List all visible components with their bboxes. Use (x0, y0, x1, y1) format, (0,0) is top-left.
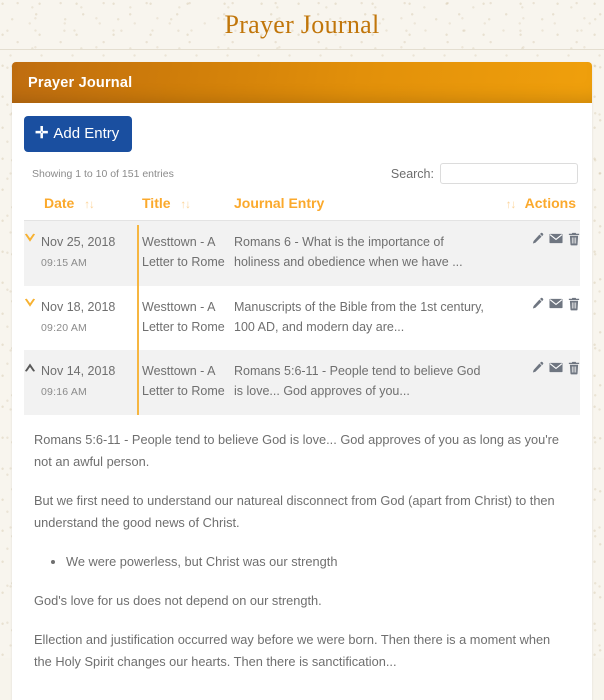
card-header-title: Prayer Journal (28, 74, 133, 91)
chevron-down-icon[interactable] (24, 298, 36, 309)
cell-title: Westtown - A Letter to Rome (142, 220, 234, 286)
entry-time: 09:20 AM (41, 321, 87, 334)
sort-icon-actions[interactable]: ↑↓ (506, 199, 516, 211)
delete-trash-icon[interactable] (568, 232, 580, 246)
email-envelope-icon[interactable] (549, 361, 563, 374)
cell-journal-entry: Romans 6 - What is the importance of hol… (234, 220, 490, 286)
edit-pencil-icon[interactable] (531, 361, 544, 374)
site-masthead: Prayer Journal (0, 0, 604, 50)
journal-table-wrapper: Date ↑↓ Title ↑↓ Journal Entry ↑↓ Action… (24, 193, 580, 415)
email-envelope-icon[interactable] (549, 232, 563, 245)
column-header-date[interactable]: Date ↑↓ (24, 193, 142, 221)
column-header-actions[interactable]: ↑↓ Actions (490, 193, 580, 221)
column-header-title-label: Title (142, 195, 171, 211)
plus-icon: ✛ (35, 124, 49, 142)
table-controls: Showing 1 to 10 of 151 entries Search: (24, 163, 580, 184)
table-row[interactable]: Nov 14, 2018 09:16 AM Westtown - A Letter … (24, 350, 580, 415)
add-entry-button[interactable]: ✛ Add Entry (24, 116, 133, 152)
chevron-down-icon[interactable] (24, 233, 36, 244)
list-item: We were powerless, but Christ was our st… (66, 551, 570, 573)
column-header-title[interactable]: Title ↑↓ (142, 193, 234, 221)
delete-trash-icon[interactable] (568, 361, 580, 375)
cell-date: Nov 14, 2018 09:16 AM (24, 350, 142, 415)
page-root: Prayer Journal Prayer Journal ✛ Add Entr… (0, 0, 604, 700)
journal-table-body: Nov 25, 2018 09:15 AM Westtown - A Letter … (24, 220, 580, 415)
column-header-journal-entry[interactable]: Journal Entry (234, 193, 490, 221)
detail-paragraph: Ellection and justification occurred way… (34, 631, 551, 669)
column-header-date-label: Date (44, 195, 75, 211)
email-envelope-icon[interactable] (549, 297, 563, 310)
cell-journal-entry: Manuscripts of the Bible from the 1st ce… (234, 285, 490, 350)
journal-table-head: Date ↑↓ Title ↑↓ Journal Entry ↑↓ Action… (24, 193, 580, 221)
column-header-journal-entry-label: Journal Entry (234, 195, 325, 211)
cell-date: Nov 18, 2018 09:20 AM (24, 285, 142, 350)
table-header-row: Date ↑↓ Title ↑↓ Journal Entry ↑↓ Action… (24, 193, 580, 221)
delete-trash-icon[interactable] (568, 297, 580, 311)
cell-journal-entry: Romans 5:6-11 - People tend to believe G… (234, 350, 490, 415)
sort-icon-title[interactable]: ↑↓ (180, 199, 190, 211)
sort-icon-date[interactable]: ↑↓ (84, 199, 94, 211)
search-label: Search: (390, 166, 434, 181)
table-row[interactable]: Nov 25, 2018 09:15 AM Westtown - A Letter … (24, 220, 580, 286)
page-title: Prayer Journal (224, 9, 380, 39)
entry-time: 09:16 AM (41, 386, 87, 399)
column-header-actions-label: Actions (524, 195, 576, 211)
detail-paragraph: Romans 5:6-11 - People tend to believe G… (34, 431, 560, 469)
detail-paragraph: God's love for us does not depend on our… (34, 592, 322, 608)
cell-date: Nov 25, 2018 09:15 AM (24, 220, 142, 286)
edit-pencil-icon[interactable] (531, 297, 544, 310)
cell-actions (490, 220, 580, 286)
cell-title: Westtown - A Letter to Rome (142, 350, 234, 415)
edit-pencil-icon[interactable] (531, 232, 544, 245)
entry-date: Nov 18, 2018 (41, 299, 116, 314)
journal-table: Date ↑↓ Title ↑↓ Journal Entry ↑↓ Action… (24, 193, 580, 415)
search-input[interactable] (440, 163, 578, 184)
cell-title: Westtown - A Letter to Rome (142, 285, 234, 350)
cell-actions (490, 350, 580, 415)
cell-actions (490, 285, 580, 350)
add-entry-label: Add Entry (53, 125, 120, 142)
detail-list: We were powerless, but Christ was our st… (34, 551, 570, 573)
table-row[interactable]: Nov 18, 2018 09:20 AM Westtown - A Letter … (24, 285, 580, 350)
entry-time: 09:15 AM (41, 257, 87, 270)
search-field-wrapper: Search: (391, 163, 578, 184)
chevron-up-icon[interactable] (24, 362, 36, 373)
expanded-entry-detail: Romans 5:6-11 - People tend to believe G… (24, 414, 580, 700)
table-info-text: Showing 1 to 10 of 151 entries (32, 167, 174, 180)
card-header: Prayer Journal (12, 62, 592, 103)
entry-date: Nov 25, 2018 (41, 235, 116, 249)
entry-date: Nov 14, 2018 (41, 364, 116, 378)
detail-paragraph: But we first need to understand our natu… (34, 492, 555, 530)
card-body: ✛ Add Entry Showing 1 to 10 of 151 entri… (12, 103, 592, 700)
prayer-journal-card: Prayer Journal ✛ Add Entry Showing 1 to … (12, 62, 592, 700)
